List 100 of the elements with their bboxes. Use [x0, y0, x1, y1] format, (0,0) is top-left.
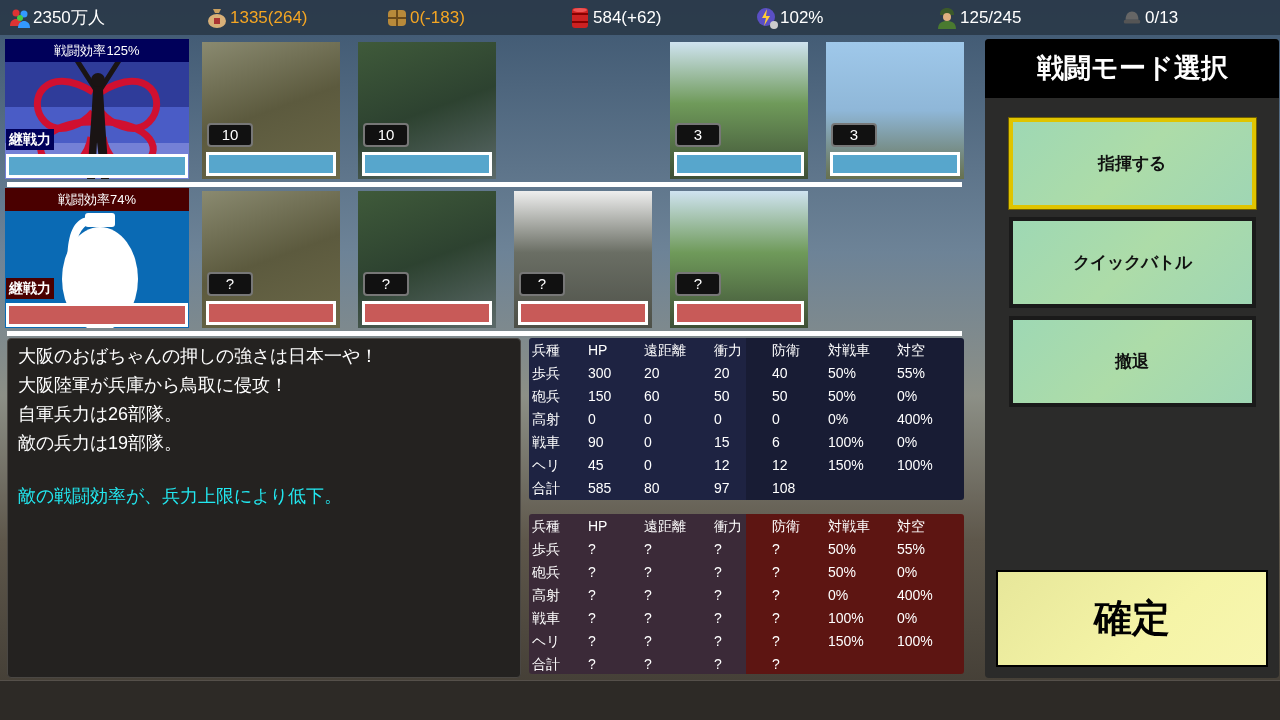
table-cell-text: ? — [772, 655, 781, 674]
message-line: 敵の戦闘効率が、兵力上限により低下。 — [18, 485, 343, 508]
unit-count: ? — [675, 272, 721, 296]
column-header: 対空 — [897, 517, 926, 536]
table-cell-text: 100% — [897, 456, 934, 475]
table-cell-text: 砲兵 — [532, 563, 561, 582]
resource-value: 125/245 — [960, 6, 1022, 29]
table-cell-text: 45 — [588, 456, 605, 475]
table-cell-text: 高射 — [532, 586, 561, 605]
table-cell-text: ? — [772, 540, 781, 559]
column-header: 対戦車 — [828, 517, 871, 536]
table-cell-text: 0 — [644, 410, 653, 429]
panel-title: 戦闘モード選択 — [985, 39, 1279, 98]
resource-value: 0/13 — [1145, 6, 1179, 29]
table-cell-text: ? — [588, 655, 597, 674]
table-cell-text: 0% — [897, 563, 919, 582]
column-header: HP — [588, 517, 609, 536]
resource-value: 2350万人 — [33, 6, 105, 29]
mode-option[interactable]: 指揮する — [1008, 118, 1256, 209]
table-cell-text: 100% — [828, 609, 865, 628]
stamina-label: 継戦力 — [6, 129, 54, 150]
table-cell-text: ? — [644, 586, 653, 605]
table-cell-text: 55% — [897, 540, 927, 559]
table-cell-text: 20 — [644, 364, 661, 383]
table-cell-text: ? — [772, 632, 781, 651]
unit-count: ? — [519, 272, 565, 296]
table-cell-text: ヘリ — [532, 632, 561, 651]
table-cell-text: 20 — [714, 364, 731, 383]
table-cell-text: ? — [772, 586, 781, 605]
mode-option[interactable]: 撤退 — [1008, 316, 1256, 407]
mode-option[interactable]: クイックバトル — [1008, 217, 1256, 308]
table-cell-text: 0 — [772, 410, 781, 429]
table-cell-text: 80 — [644, 479, 661, 498]
table-cell-text: 0% — [828, 410, 850, 429]
message-line: 大阪陸軍が兵庫から鳥取に侵攻！ — [18, 374, 289, 397]
table-cell-text: 歩兵 — [532, 540, 561, 559]
table-cell-text: 50% — [828, 364, 858, 383]
table-cell-text: ? — [714, 586, 723, 605]
efficiency-label: 戦闘効率74% — [5, 188, 189, 211]
table-cell-text: 90 — [588, 433, 605, 452]
table-cell-text: 0% — [897, 387, 919, 406]
unit-count: 10 — [363, 123, 409, 147]
resource-value: 102% — [780, 6, 824, 29]
column-header: 衝力 — [714, 517, 743, 536]
table-cell-text: 400% — [897, 410, 934, 429]
resource-value: 1335(264) — [230, 6, 308, 29]
table-cell-text: 15 — [714, 433, 731, 452]
efficiency-label: 戦闘効率125% — [5, 39, 189, 62]
table-cell-text: ? — [588, 540, 597, 559]
table-cell-text: ? — [772, 563, 781, 582]
table-cell-text: ? — [588, 586, 597, 605]
table-cell-text: 6 — [772, 433, 781, 452]
table-cell-text: ? — [588, 609, 597, 628]
column-header: 遠距離 — [644, 341, 687, 360]
resource-value: 584(+62) — [593, 6, 662, 29]
table-cell-text: ? — [714, 632, 723, 651]
table-cell-text: 50 — [714, 387, 731, 406]
table-cell-text: 55% — [897, 364, 927, 383]
column-header: 兵種 — [532, 517, 561, 536]
column-header: 防衛 — [772, 517, 801, 536]
column-header: 遠距離 — [644, 517, 687, 536]
table-cell-text: 97 — [714, 479, 731, 498]
table-cell-text: 50% — [828, 387, 858, 406]
confirm-button[interactable]: 確定 — [996, 570, 1268, 667]
table-cell-text: ? — [644, 609, 653, 628]
table-cell-text: ? — [644, 563, 653, 582]
table-cell-text: 40 — [772, 364, 789, 383]
table-cell-text: ? — [644, 655, 653, 674]
table-cell-text: 100% — [897, 632, 934, 651]
unit-count: 3 — [831, 123, 877, 147]
table-cell-text: ? — [588, 632, 597, 651]
table-cell-text: ? — [588, 563, 597, 582]
table-cell-text: 0 — [644, 433, 653, 452]
message-line: 自軍兵力は26部隊。 — [18, 403, 184, 426]
table-cell-text: 0% — [828, 586, 850, 605]
table-cell-text: 50% — [828, 563, 858, 582]
table-cell-text: 12 — [772, 456, 789, 475]
table-cell-text: 50% — [828, 540, 858, 559]
resource-value: 0(-183) — [410, 6, 465, 29]
message-line: 敵の兵力は19部隊。 — [18, 432, 184, 455]
column-header: 衝力 — [714, 341, 743, 360]
unit-count: ? — [363, 272, 409, 296]
column-header: 兵種 — [532, 341, 561, 360]
table-cell-text: 585 — [588, 479, 613, 498]
table-cell-text: 50 — [772, 387, 789, 406]
table-cell-text: 108 — [772, 479, 797, 498]
column-header: HP — [588, 341, 609, 360]
table-cell-text: ? — [714, 540, 723, 559]
table-cell-text: ? — [714, 655, 723, 674]
table-cell-text: ? — [714, 563, 723, 582]
table-cell-text: 12 — [714, 456, 731, 475]
table-cell-text: 合計 — [532, 479, 561, 498]
column-header: 防衛 — [772, 341, 801, 360]
table-cell-text: ? — [772, 609, 781, 628]
column-header: 対空 — [897, 341, 926, 360]
table-cell-text: 150% — [828, 456, 865, 475]
table-cell-text: 100% — [828, 433, 865, 452]
table-cell-text: ? — [644, 632, 653, 651]
lightning-icon — [755, 5, 779, 30]
stamina-label: 継戦力 — [6, 278, 54, 299]
